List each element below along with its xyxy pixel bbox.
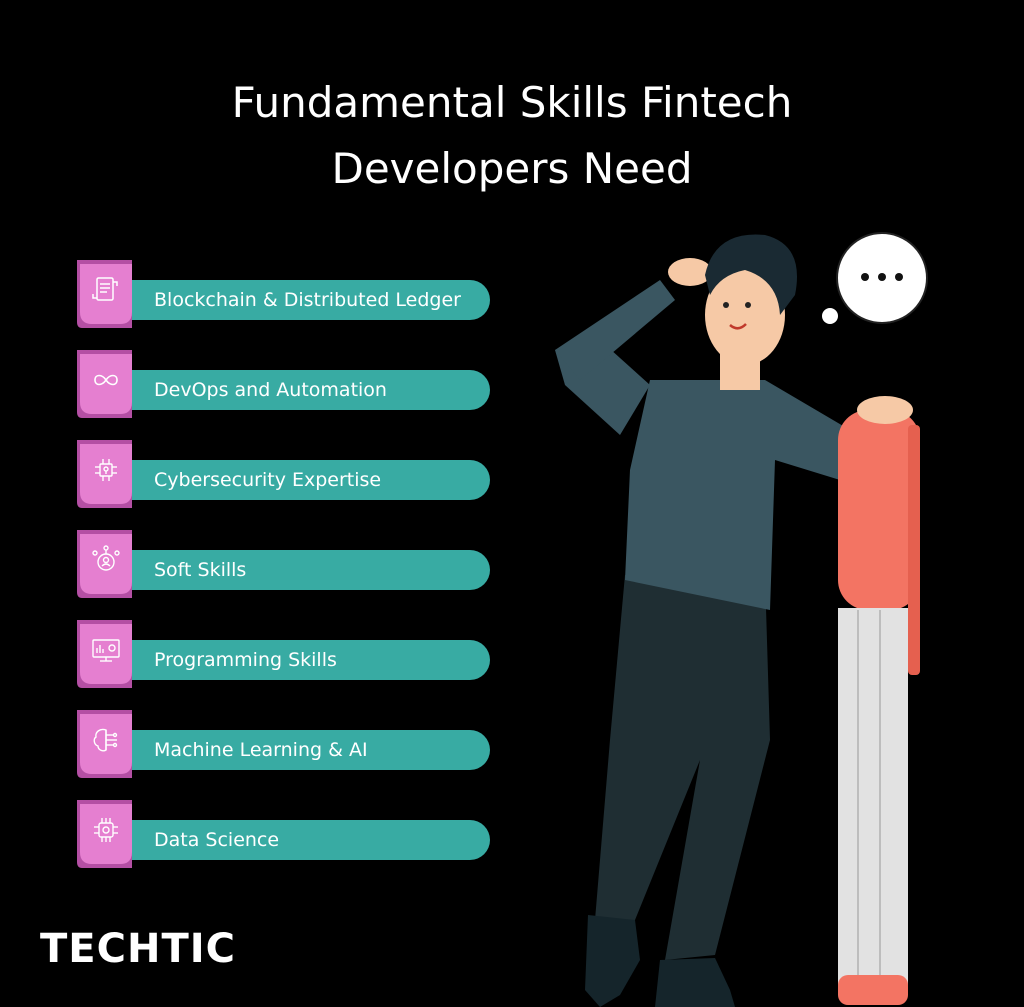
- data-chip-icon: [94, 818, 118, 842]
- skill-item-blockchain: Blockchain & Distributed Ledger: [72, 258, 502, 330]
- marker-pen-icon: [838, 410, 920, 1005]
- techtic-logo: TECHTIC: [40, 926, 236, 972]
- security-chip-icon: [95, 459, 117, 481]
- skill-item-cybersecurity: Cybersecurity Expertise: [72, 438, 502, 510]
- skill-label: Cybersecurity Expertise: [154, 469, 382, 491]
- title-line-1: Fundamental Skills Fintech: [231, 78, 793, 127]
- skill-label: Machine Learning & AI: [154, 739, 368, 761]
- skill-label: Soft Skills: [154, 559, 247, 581]
- skill-item-programming: Programming Skills: [72, 618, 502, 690]
- infinity-loop-icon: [94, 374, 118, 386]
- skill-item-devops: DevOps and Automation: [72, 348, 502, 420]
- skill-label: Data Science: [154, 829, 280, 851]
- blockchain-document-icon: [92, 277, 118, 301]
- monitor-code-icon: [92, 639, 120, 662]
- man-thinking-leaning-on-marker-icon: [555, 232, 928, 1007]
- page-title: Fundamental Skills Fintech Developers Ne…: [0, 70, 1024, 202]
- skill-item-data-science: Data Science: [72, 798, 502, 870]
- title-line-2: Developers Need: [331, 144, 693, 193]
- brain-circuit-icon: [93, 728, 118, 752]
- skill-label: Programming Skills: [154, 649, 337, 671]
- skill-label: Blockchain & Distributed Ledger: [154, 289, 461, 311]
- skill-item-soft-skills: Soft Skills: [72, 528, 502, 600]
- skill-label: DevOps and Automation: [154, 379, 387, 401]
- thought-bubble-icon: [822, 232, 928, 324]
- skill-item-machine-learning: Machine Learning & AI: [72, 708, 502, 780]
- people-network-icon: [92, 545, 120, 571]
